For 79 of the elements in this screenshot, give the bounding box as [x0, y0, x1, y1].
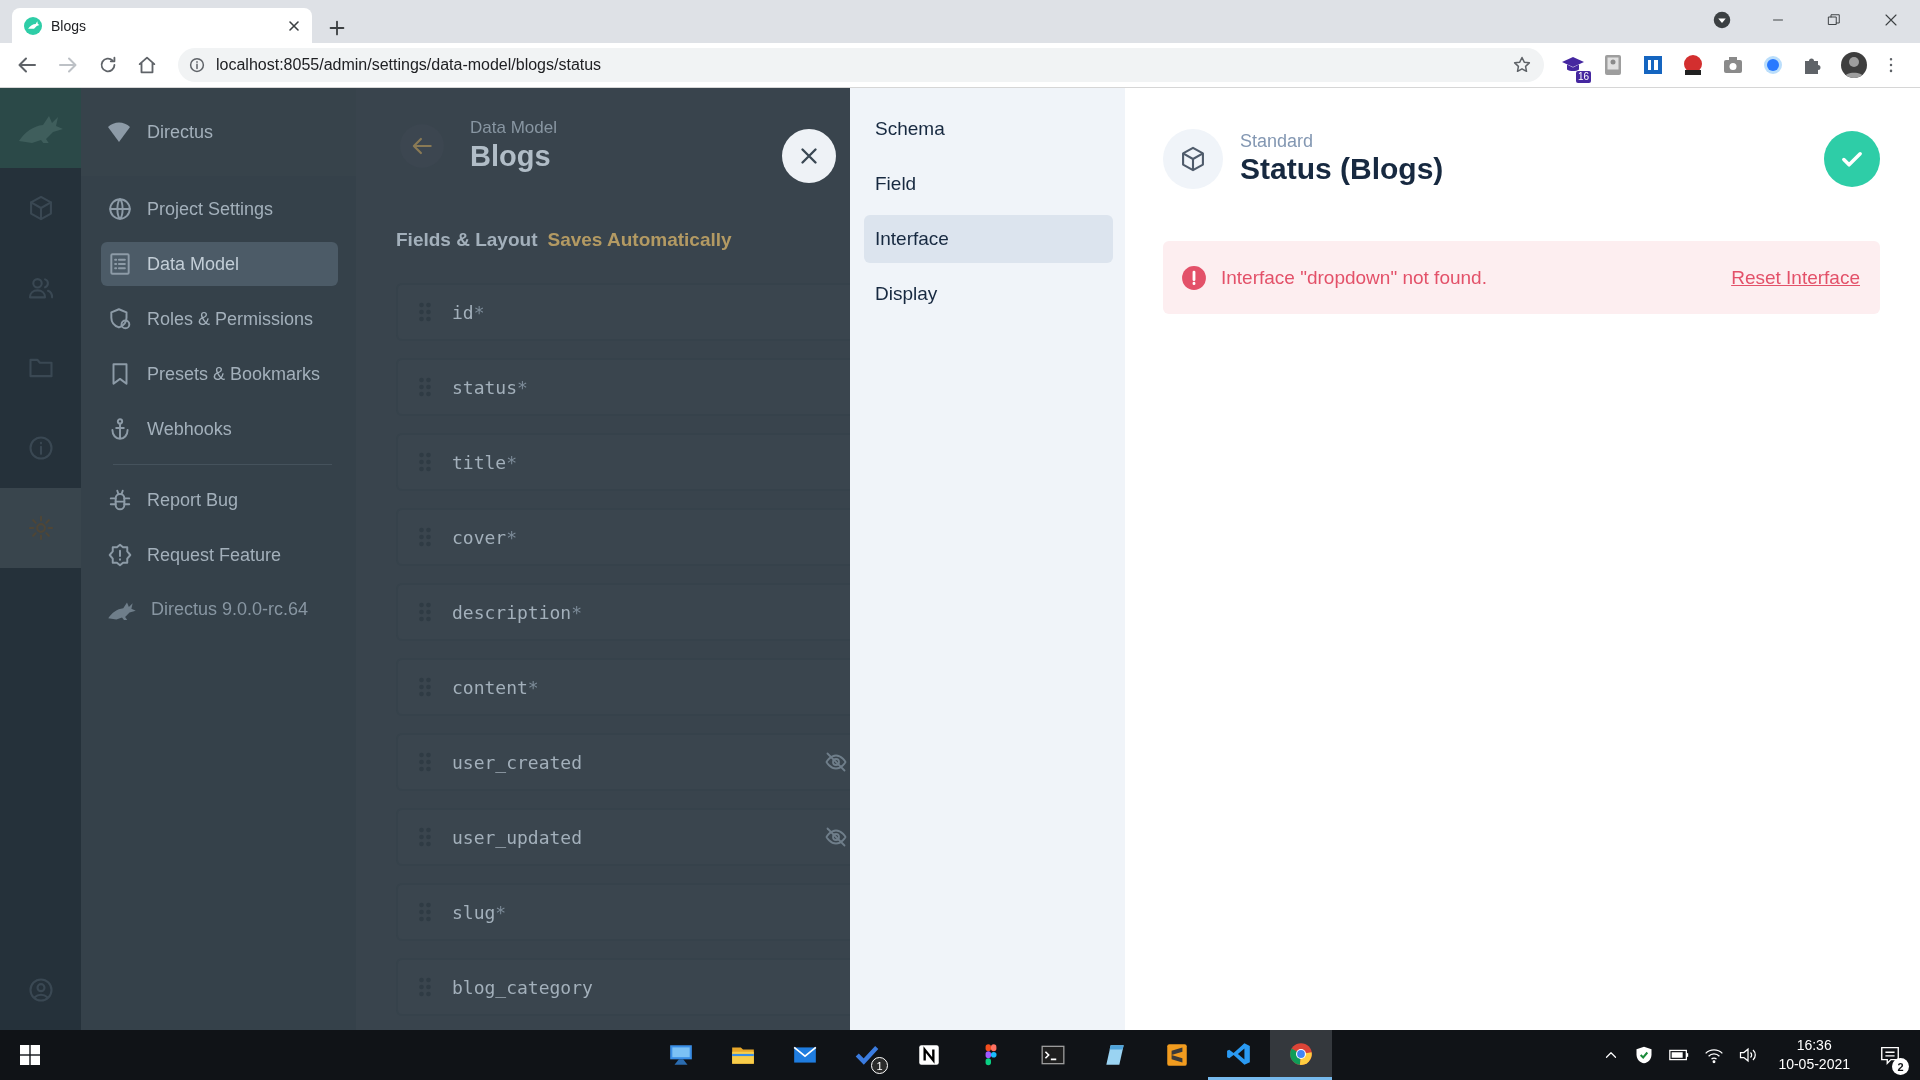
autosave-note: Saves Automatically: [547, 228, 732, 252]
field-name: status: [452, 376, 518, 398]
avatar[interactable]: [1841, 52, 1867, 78]
square-logo-icon[interactable]: [1641, 53, 1665, 77]
field-name: description: [452, 601, 572, 623]
clock-date: 10-05-2021: [1778, 1055, 1850, 1074]
field-name: cover: [452, 526, 507, 548]
notice-text: Interface "dropdown" not found.: [1221, 266, 1488, 289]
field-name: id: [452, 301, 474, 323]
drawer-tab[interactable]: Schema: [864, 105, 1113, 153]
required-mark: *: [506, 451, 518, 473]
sidebar-item[interactable]: Request Feature: [101, 533, 338, 577]
required-mark: *: [506, 526, 518, 548]
sidebar-item[interactable]: Report Bug: [101, 478, 338, 522]
tab-title: Blogs: [51, 17, 88, 34]
project-name: Directus: [147, 121, 213, 143]
field-type: Standard: [1240, 131, 1315, 151]
required-mark: *: [517, 376, 528, 398]
field-name: user_updated: [452, 826, 583, 848]
logo-tile[interactable]: [0, 88, 81, 168]
taskbar-app[interactable]: [1270, 1030, 1332, 1080]
field-name: content: [452, 676, 528, 698]
globe-icon: [107, 196, 133, 222]
close-button[interactable]: [782, 129, 836, 183]
windows-icon: [20, 1045, 40, 1065]
drawer-tab[interactable]: Interface: [864, 215, 1113, 263]
alert-icon: [1181, 264, 1207, 291]
extension-badge: 16: [1575, 71, 1591, 83]
reset-interface-link[interactable]: Reset Interface: [1731, 266, 1860, 289]
record-icon[interactable]: [1761, 53, 1785, 77]
clock-time: 16:36: [1795, 1036, 1833, 1055]
shield-icon: [107, 306, 133, 332]
browser-tab[interactable]: Blogs: [12, 8, 312, 43]
version-text: Directus 9.0.0-rc.64: [151, 599, 309, 620]
alert-icon: [107, 542, 133, 568]
bug-icon: [107, 487, 133, 513]
drawer-title: Status (Blogs): [1240, 151, 1445, 187]
drawer-tab[interactable]: Display: [864, 270, 1113, 318]
field-name: blog_category: [452, 976, 593, 998]
url-text: localhost:8055/admin/settings/data-model/blogs/status: [216, 56, 603, 74]
notifications-button[interactable]: 2: [1870, 1033, 1910, 1077]
sidebar-item[interactable]: Data Model: [101, 242, 338, 286]
app-badge: 1: [871, 1057, 888, 1074]
clock[interactable]: 16:36 10-05-2021: [1778, 1036, 1850, 1074]
rabbit-icon: [24, 16, 42, 35]
sublime-icon: [1164, 1042, 1190, 1068]
shield-icon[interactable]: [1634, 1045, 1655, 1065]
field-name: slug: [452, 901, 496, 923]
code-editor-icon: [1226, 1040, 1252, 1067]
sidebar-item[interactable]: Project Settings: [101, 187, 338, 231]
required-mark: *: [473, 301, 485, 323]
computer-icon: [668, 1042, 694, 1068]
info-icon: [26, 434, 55, 462]
page-title: Blogs: [470, 139, 552, 174]
dropdown-icon[interactable]: [1713, 11, 1731, 29]
drawer-tab[interactable]: Field: [864, 160, 1113, 208]
info-icon[interactable]: [188, 56, 206, 74]
notebook-icon: [916, 1042, 942, 1068]
wifi-icon: [107, 121, 131, 143]
required-mark: *: [495, 901, 507, 923]
section-title: Fields & Layout: [396, 228, 538, 252]
breadcrumb[interactable]: Data Model: [470, 118, 557, 138]
required-mark: *: [571, 601, 583, 623]
home-icon[interactable]: [136, 54, 158, 76]
list-icon: [107, 251, 133, 277]
round-logo-icon[interactable]: [1681, 53, 1705, 77]
required-mark: *: [527, 676, 539, 698]
taskbar-app[interactable]: 1: [836, 1030, 898, 1080]
user-icon: [26, 976, 55, 1004]
browser-icon: [1288, 1040, 1314, 1067]
field-name: user_created: [452, 751, 583, 773]
field-name: title: [452, 451, 507, 473]
notification-count: 2: [1892, 1058, 1909, 1075]
address-bar[interactable]: localhost:8055/admin/settings/data-model/blogs/status: [178, 48, 1544, 82]
sidebar-item[interactable]: Roles & Permissions: [101, 297, 338, 341]
volume-icon[interactable]: [1738, 1045, 1759, 1065]
sidebar-item[interactable]: Presets & Bookmarks: [101, 352, 338, 396]
sidebar-item[interactable]: Webhooks: [101, 407, 338, 451]
star-icon[interactable]: [1512, 55, 1532, 75]
